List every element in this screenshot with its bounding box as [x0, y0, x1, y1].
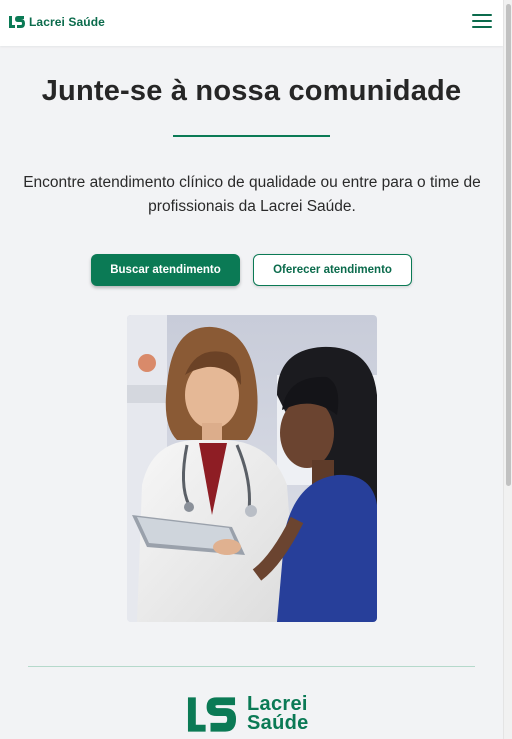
scrollbar-thumb[interactable]: [506, 4, 511, 486]
footer-logo[interactable]: Lacrei Saúde: [186, 694, 309, 734]
offer-care-button[interactable]: Oferecer atendimento: [253, 254, 412, 286]
page-title: Junte-se à nossa comunidade: [41, 75, 462, 107]
search-care-button[interactable]: Buscar atendimento: [91, 254, 240, 286]
brand-name: Lacrei Saúde: [29, 15, 105, 29]
title-divider: [173, 135, 330, 137]
lacrei-logo-icon: [9, 16, 25, 28]
hamburger-menu-icon[interactable]: [472, 14, 492, 30]
top-navbar: Lacrei Saúde: [0, 0, 503, 46]
lacrei-footer-logo-icon: [187, 697, 237, 732]
vertical-scrollbar[interactable]: [503, 0, 512, 739]
page: Lacrei Saúde Junte-se à nossa comunidade…: [0, 0, 503, 739]
doctor-patient-photo: [127, 315, 377, 622]
footer-logo-text: Lacrei Saúde: [247, 694, 309, 734]
intro-text: Encontre atendimento clínico de qualidad…: [23, 174, 481, 215]
footer-logo-word-2: Saúde: [247, 712, 309, 734]
brand-logo-link[interactable]: Lacrei Saúde: [8, 15, 105, 29]
footer-divider: [28, 666, 475, 667]
